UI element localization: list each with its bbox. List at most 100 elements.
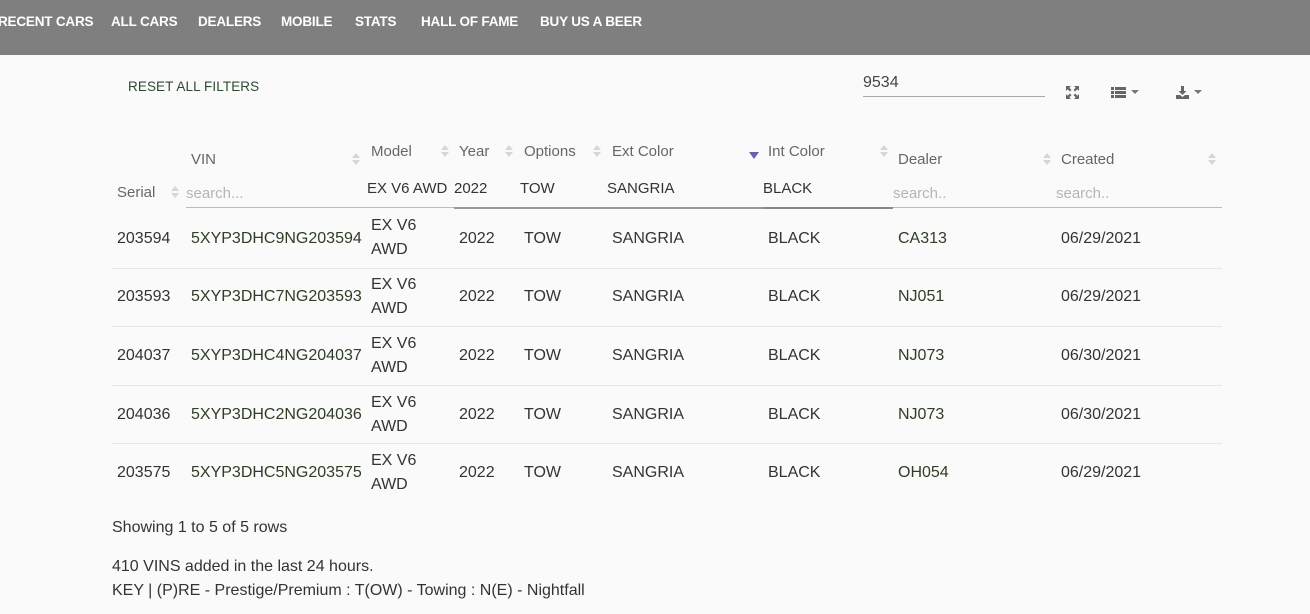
- cell-options: TOW: [524, 464, 562, 481]
- cell-vin[interactable]: 5XYP3DHC2NG204036: [191, 406, 362, 424]
- cell-int-color: BLACK: [768, 347, 821, 364]
- model-line: EX V6: [371, 335, 417, 352]
- pagination-info: Showing 1 to 5 of 5 rows: [112, 519, 288, 536]
- sort-icon[interactable]: [593, 145, 601, 159]
- header-year[interactable]: Year: [459, 143, 489, 160]
- cell-dealer[interactable]: NJ073: [898, 347, 944, 365]
- cell-year: 2022: [459, 347, 495, 364]
- created-filter-input[interactable]: [1056, 183, 1216, 203]
- model-line: AWD: [371, 476, 408, 493]
- sort-icon[interactable]: [441, 145, 449, 159]
- table-row[interactable]: 203593 5XYP3DHC7NG203593 EX V6 AWD 2022 T…: [112, 268, 1222, 327]
- cell-vin[interactable]: 5XYP3DHC9NG203594: [191, 230, 362, 248]
- model-line: EX V6: [371, 452, 417, 469]
- nav-stats[interactable]: STATS: [355, 14, 396, 29]
- cell-options: TOW: [524, 230, 562, 247]
- cell-model: EX V6 AWD: [371, 332, 416, 380]
- int-color-filter-input[interactable]: [763, 178, 888, 198]
- cell-vin[interactable]: 5XYP3DHC5NG203575: [191, 464, 362, 482]
- sort-icon[interactable]: [1208, 153, 1216, 167]
- cell-created: 06/30/2021: [1061, 406, 1142, 423]
- cell-options: TOW: [524, 288, 562, 305]
- sort-icon[interactable]: [352, 153, 360, 167]
- cell-int-color: BLACK: [768, 230, 821, 247]
- model-filter-input[interactable]: [367, 178, 455, 198]
- sort-icon[interactable]: [171, 186, 179, 200]
- table-row[interactable]: 204037 5XYP3DHC4NG204037 EX V6 AWD 2022 T…: [112, 326, 1222, 385]
- model-line: AWD: [371, 418, 408, 435]
- model-line: EX V6: [371, 217, 417, 234]
- cell-dealer[interactable]: OH054: [898, 464, 949, 482]
- filter-underline: [186, 207, 455, 208]
- nav-recent-cars[interactable]: RECENT CARS: [0, 14, 94, 29]
- cell-created: 06/29/2021: [1061, 288, 1142, 305]
- cell-vin[interactable]: 5XYP3DHC7NG203593: [191, 288, 362, 306]
- cell-year: 2022: [459, 288, 495, 305]
- download-icon: [1176, 85, 1189, 99]
- sort-icon[interactable]: [1043, 153, 1051, 167]
- nav-dealers[interactable]: DEALERS: [198, 14, 261, 29]
- nav-mobile[interactable]: MOBILE: [281, 14, 333, 29]
- sort-icon[interactable]: [505, 145, 513, 159]
- cell-created: 06/29/2021: [1061, 230, 1142, 247]
- nav-hall-of-fame[interactable]: HALL OF FAME: [421, 14, 518, 29]
- cell-ext-color: SANGRIA: [612, 230, 685, 247]
- model-line: AWD: [371, 300, 408, 317]
- fullscreen-icon: [1066, 85, 1079, 99]
- dealer-filter-input[interactable]: [893, 183, 1043, 203]
- cell-int-color: BLACK: [768, 406, 821, 423]
- vin-filter-input[interactable]: [186, 183, 366, 203]
- options-filter-input[interactable]: [520, 178, 600, 198]
- table-row[interactable]: 203594 5XYP3DHC9NG203594 EX V6 AWD 2022 T…: [112, 210, 1222, 268]
- cell-dealer[interactable]: NJ051: [898, 288, 944, 306]
- table-row[interactable]: 203575 5XYP3DHC5NG203575 EX V6 AWD 2022 T…: [112, 443, 1222, 502]
- table-row[interactable]: 204036 5XYP3DHC2NG204036 EX V6 AWD 2022 T…: [112, 385, 1222, 444]
- model-line: EX V6: [371, 276, 417, 293]
- header-created[interactable]: Created: [1061, 151, 1114, 168]
- header-options[interactable]: Options: [524, 143, 576, 160]
- export-button[interactable]: [1176, 82, 1202, 102]
- cell-ext-color: SANGRIA: [612, 288, 685, 305]
- top-navbar: RECENT CARS ALL CARS DEALERS MOBILE STAT…: [0, 0, 1310, 55]
- global-search-input[interactable]: [863, 70, 1045, 97]
- fullscreen-button[interactable]: [1066, 82, 1079, 102]
- nav-all-cars[interactable]: ALL CARS: [111, 14, 178, 29]
- header-serial[interactable]: Serial: [117, 184, 155, 201]
- sort-icon[interactable]: [880, 145, 888, 159]
- filter-underline: [454, 207, 763, 209]
- chevron-down-icon: [1131, 90, 1139, 94]
- cell-vin[interactable]: 5XYP3DHC4NG204037: [191, 347, 362, 365]
- cell-year: 2022: [459, 230, 495, 247]
- cell-serial: 203594: [117, 230, 171, 247]
- cell-options: TOW: [524, 406, 562, 423]
- cell-serial: 203575: [117, 464, 171, 481]
- nav-buy-us-a-beer[interactable]: BUY US A BEER: [540, 14, 642, 29]
- model-line: AWD: [371, 241, 408, 258]
- cell-int-color: BLACK: [768, 288, 821, 305]
- header-int-color[interactable]: Int Color: [768, 143, 825, 160]
- reset-all-filters-button[interactable]: RESET ALL FILTERS: [128, 79, 259, 94]
- cell-dealer[interactable]: CA313: [898, 230, 947, 248]
- header-model[interactable]: Model: [371, 143, 412, 160]
- filter-underline: [763, 207, 893, 209]
- header-ext-color[interactable]: Ext Color: [612, 143, 674, 160]
- year-filter-input[interactable]: [454, 178, 516, 198]
- cell-created: 06/29/2021: [1061, 464, 1142, 481]
- ext-color-filter-input[interactable]: [607, 178, 757, 198]
- header-dealer[interactable]: Dealer: [898, 151, 942, 168]
- columns-toggle-button[interactable]: [1111, 82, 1139, 102]
- cell-int-color: BLACK: [768, 464, 821, 481]
- model-line: EX V6: [371, 394, 417, 411]
- sort-desc-icon[interactable]: [749, 152, 759, 159]
- chevron-down-icon: [1194, 90, 1202, 94]
- cell-serial: 204037: [117, 347, 171, 364]
- cell-ext-color: SANGRIA: [612, 406, 685, 423]
- cell-serial: 203593: [117, 288, 171, 305]
- header-vin[interactable]: VIN: [191, 151, 216, 168]
- cell-model: EX V6 AWD: [371, 449, 416, 497]
- list-icon: [1111, 86, 1126, 98]
- cell-model: EX V6 AWD: [371, 214, 416, 262]
- cell-model: EX V6 AWD: [371, 391, 416, 439]
- cell-year: 2022: [459, 406, 495, 423]
- cell-dealer[interactable]: NJ073: [898, 406, 944, 424]
